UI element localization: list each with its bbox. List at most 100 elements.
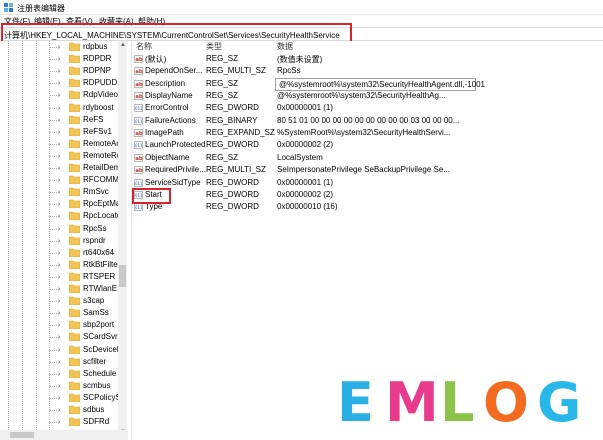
tree-item[interactable]: › RpcLocato [0, 210, 128, 222]
value-row[interactable]: ab RequiredPrivile... REG_MULTI_SZ SeImpers… [132, 164, 603, 176]
expand-chevron-icon[interactable]: › [58, 177, 60, 184]
tree-item[interactable]: › RtkBtFilter [0, 259, 128, 271]
tree-item[interactable]: › scfilter [0, 356, 128, 368]
tree-item[interactable]: › s3cap [0, 295, 128, 307]
svg-text:ab: ab [135, 156, 143, 162]
value-name: DisplayName [145, 91, 193, 101]
expand-chevron-icon[interactable]: › [58, 371, 60, 378]
value-row[interactable]: 011 Type REG_DWORD 0x00000010 (16) [132, 201, 603, 213]
expand-chevron-icon[interactable]: › [58, 359, 60, 366]
expand-chevron-icon[interactable]: › [58, 56, 60, 63]
expand-chevron-icon[interactable]: › [58, 238, 60, 245]
tree-item[interactable]: › ScDeviceE [0, 344, 128, 356]
expand-chevron-icon[interactable]: › [58, 80, 60, 87]
expand-chevron-icon[interactable]: › [58, 44, 60, 51]
tree-item[interactable]: › RmSvc [0, 186, 128, 198]
value-row[interactable]: ab ObjectName REG_SZ LocalSystem [132, 152, 603, 164]
string-value-icon: ab [134, 129, 143, 137]
tree-item[interactable]: › RpcEptMa [0, 198, 128, 210]
tree-item[interactable]: › RFCOMM [0, 174, 128, 186]
svg-text:011: 011 [135, 106, 143, 111]
column-header-name[interactable]: 名称 [136, 41, 152, 52]
expand-chevron-icon[interactable]: › [58, 419, 60, 426]
folder-icon [69, 296, 80, 306]
expand-chevron-icon[interactable]: › [58, 310, 60, 317]
value-data: %SystemRoot%\system32\SecurityHealthServ… [277, 128, 451, 138]
tree-item[interactable]: › SCardSvr [0, 331, 128, 343]
value-row[interactable]: 011 FailureActions REG_BINARY 80 51 01 00 0… [132, 115, 603, 127]
value-row[interactable]: ab (默认) REG_SZ (数值未设置) [132, 53, 603, 65]
tree-item[interactable]: › RTWlanE [0, 283, 128, 295]
expand-chevron-icon[interactable]: › [58, 334, 60, 341]
scroll-thumb[interactable] [119, 265, 126, 287]
value-row[interactable]: ab DependOnSer... REG_MULTI_SZ RpcSs [132, 65, 603, 77]
expand-chevron-icon[interactable]: › [58, 201, 60, 208]
tree-item-label: Schedule [83, 368, 117, 378]
expand-chevron-icon[interactable]: › [58, 141, 60, 148]
expand-chevron-icon[interactable]: › [58, 105, 60, 112]
expand-chevron-icon[interactable]: › [58, 395, 60, 402]
scroll-up-icon[interactable]: ▲ [120, 42, 126, 48]
expand-chevron-icon[interactable]: › [58, 213, 60, 220]
value-row[interactable]: 011 ServiceSidType REG_DWORD 0x00000001 (1) [132, 177, 603, 189]
expand-chevron-icon[interactable]: › [58, 286, 60, 293]
value-row[interactable]: 011 LaunchProtected REG_DWORD 0x00000002 (2… [132, 139, 603, 151]
column-header-type[interactable]: 类型 [206, 41, 222, 52]
tree-item[interactable]: › ReFS [0, 114, 128, 126]
svg-text:ab: ab [135, 82, 143, 88]
tree-item[interactable]: › RDPNP [0, 65, 128, 77]
expand-chevron-icon[interactable]: › [58, 262, 60, 269]
expand-chevron-icon[interactable]: › [58, 383, 60, 390]
expand-chevron-icon[interactable]: › [58, 298, 60, 305]
tree-item[interactable]: › rdyboost [0, 102, 128, 114]
value-type: REG_DWORD [206, 177, 259, 187]
tree-item[interactable]: › rt640x64 [0, 247, 128, 259]
tree-item[interactable]: › RdpVideo [0, 89, 128, 101]
tree-item[interactable]: › Schedule [0, 368, 128, 380]
expand-chevron-icon[interactable]: › [58, 165, 60, 172]
expand-chevron-icon[interactable]: › [58, 347, 60, 354]
tree-item[interactable]: › SCPolicySv [0, 392, 128, 404]
tree-item[interactable]: › scmbus [0, 380, 128, 392]
tree-item[interactable]: › sdbus [0, 404, 128, 416]
expand-chevron-icon[interactable]: › [58, 153, 60, 160]
value-name: ImagePath [145, 128, 184, 138]
tree-item[interactable]: › ReFSv1 [0, 126, 128, 138]
tree-item[interactable]: › SamSs [0, 307, 128, 319]
value-type: REG_DWORD [206, 103, 259, 113]
value-row[interactable]: 011 Start REG_DWORD 0x00000002 (2) [132, 189, 603, 201]
tree-item[interactable]: › sbp2port [0, 319, 128, 331]
value-row[interactable]: ab DisplayName REG_SZ @%systemroot%\system3… [132, 90, 603, 102]
expand-chevron-icon[interactable]: › [58, 274, 60, 281]
tree-item[interactable]: › SDFRd [0, 416, 128, 428]
value-row[interactable]: 011 ErrorControl REG_DWORD 0x00000001 (1) [132, 102, 603, 114]
tree-item[interactable]: › rdpbus [0, 41, 128, 53]
column-header-data[interactable]: 数据 [277, 41, 293, 52]
tree-vertical-scrollbar[interactable]: ▲ ▼ [118, 41, 127, 440]
tree-item[interactable]: › rspndr [0, 235, 128, 247]
expand-chevron-icon[interactable]: › [58, 117, 60, 124]
watermark-letter: G [537, 371, 582, 434]
tree-item[interactable]: › RemoteAc [0, 138, 128, 150]
key-tree: › rdpbus › RDPDR › RDPNP › RDPUDD › RdpVideo › rdyb… [0, 41, 128, 440]
expand-chevron-icon[interactable]: › [58, 407, 60, 414]
tree-item[interactable]: › RpcSs [0, 223, 128, 235]
expand-chevron-icon[interactable]: › [58, 92, 60, 99]
expand-chevron-icon[interactable]: › [58, 129, 60, 136]
emlog-watermark: E M L O G [323, 364, 603, 440]
value-row[interactable]: ab ImagePath REG_EXPAND_SZ %SystemRoot%\sys… [132, 127, 603, 139]
tree-item[interactable]: › RTSPER [0, 271, 128, 283]
tree-item[interactable]: › RDPUDD [0, 77, 128, 89]
tree-item[interactable]: › RDPDR [0, 53, 128, 65]
tree-item-label: RDPUDD [83, 78, 118, 88]
tree-item-label: SDFRd [83, 417, 110, 427]
tree-item[interactable]: › RetailDem [0, 162, 128, 174]
tree-item[interactable]: › RemoteRe [0, 150, 128, 162]
expand-chevron-icon[interactable]: › [58, 68, 60, 75]
expand-chevron-icon[interactable]: › [58, 189, 60, 196]
expand-chevron-icon[interactable]: › [58, 322, 60, 329]
scroll-thumb[interactable] [10, 432, 34, 438]
tree-horizontal-scrollbar[interactable] [0, 430, 128, 440]
expand-chevron-icon[interactable]: › [58, 250, 60, 257]
expand-chevron-icon[interactable]: › [58, 226, 60, 233]
